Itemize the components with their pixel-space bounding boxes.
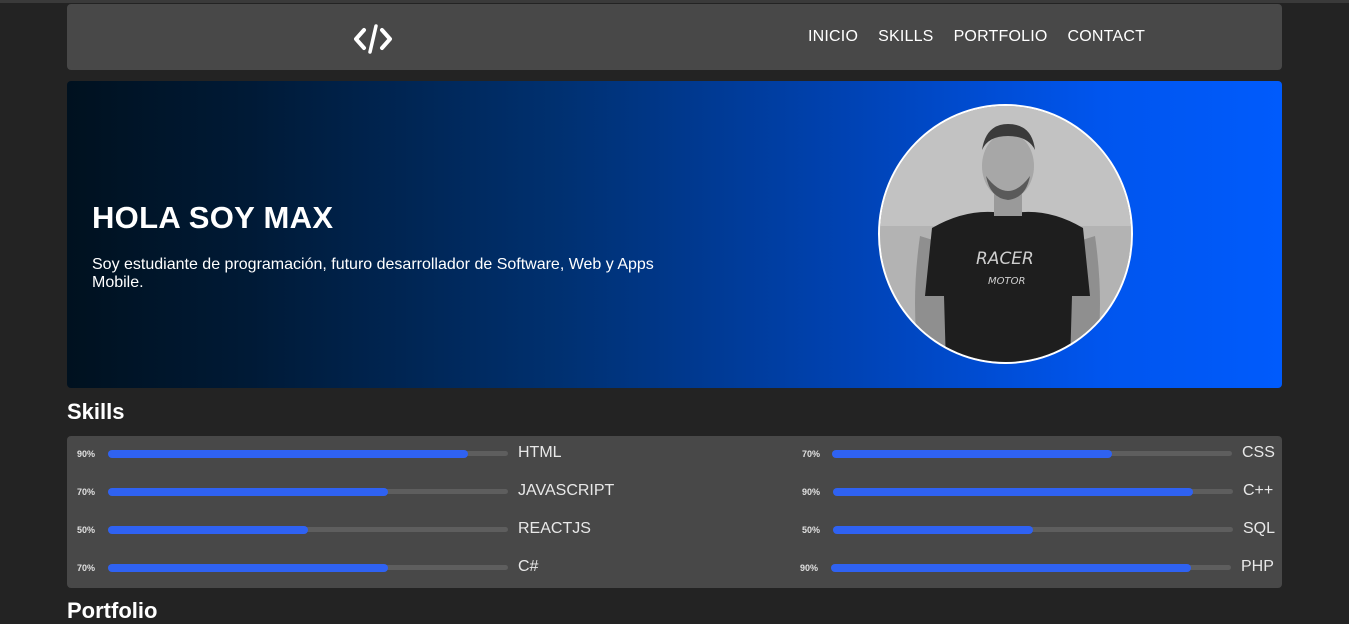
skill-percent: 90% (802, 487, 821, 497)
skill-percent: 70% (77, 563, 96, 573)
portfolio-title: Portfolio (67, 598, 158, 623)
skill-item: 90% C++ (801, 482, 1282, 502)
nav-link-contact[interactable]: CONTACT (1068, 28, 1146, 46)
skill-progress-track (108, 526, 508, 534)
skill-progress-track (108, 488, 508, 496)
skill-item: 50% SQL (801, 520, 1282, 540)
skills-panel: 90% HTML 70% JAVASCRIPT 50% REACTJS 70% … (67, 436, 1282, 588)
skill-name: JAVASCRIPT (518, 482, 615, 499)
code-brackets-icon[interactable] (353, 24, 393, 54)
skill-item: 70% CSS (801, 444, 1282, 464)
skill-progress-track (833, 526, 1233, 534)
skill-name: HTML (518, 444, 562, 461)
skill-name: C++ (1243, 482, 1274, 499)
top-border (0, 0, 1349, 3)
skill-progress-fill (108, 488, 388, 496)
hero-title: HOLA SOY MAX (92, 200, 334, 235)
nav-menu: INICIO SKILLS PORTFOLIO CONTACT (808, 4, 1165, 70)
skill-name: C# (518, 558, 539, 575)
skill-progress-fill (108, 450, 468, 458)
nav-link-skills[interactable]: SKILLS (878, 28, 933, 46)
skill-progress-fill (832, 450, 1112, 458)
skill-progress-fill (833, 526, 1033, 534)
skills-title: Skills (67, 399, 125, 424)
skill-item: 90% PHP (799, 558, 1282, 578)
skill-name: SQL (1243, 520, 1276, 537)
hero-banner: HOLA SOY MAX Soy estudiante de programac… (67, 81, 1282, 388)
skill-progress-fill (831, 564, 1191, 572)
nav-link-inicio[interactable]: INICIO (808, 28, 858, 46)
skill-percent: 90% (800, 563, 819, 573)
skill-progress-track (832, 450, 1232, 458)
skill-percent: 50% (802, 525, 821, 535)
svg-text:MOTOR: MOTOR (988, 276, 1025, 287)
skill-item: 70% C# (67, 558, 587, 578)
skill-progress-track (833, 488, 1233, 496)
hero-description: Soy estudiante de programación, futuro d… (92, 256, 654, 291)
skill-item: 90% HTML (67, 444, 587, 464)
skill-item: 50% REACTJS (67, 520, 607, 540)
skill-progress-track (108, 450, 508, 458)
skill-name: CSS (1242, 444, 1275, 461)
skill-progress-fill (833, 488, 1193, 496)
skill-name: PHP (1241, 558, 1274, 575)
skill-percent: 90% (77, 449, 96, 459)
skill-percent: 70% (77, 487, 96, 497)
skill-name: REACTJS (518, 520, 591, 537)
navbar: INICIO SKILLS PORTFOLIO CONTACT (67, 4, 1282, 70)
skill-percent: 50% (77, 525, 96, 535)
skill-progress-fill (108, 564, 388, 572)
skill-progress-track (831, 564, 1231, 572)
skill-item: 70% JAVASCRIPT (67, 482, 627, 502)
svg-text:RACER: RACER (976, 249, 1034, 269)
skill-progress-fill (108, 526, 308, 534)
skill-percent: 70% (802, 449, 821, 459)
profile-photo: RACER MOTOR (878, 104, 1133, 364)
nav-link-portfolio[interactable]: PORTFOLIO (954, 28, 1048, 46)
skill-progress-track (108, 564, 508, 572)
